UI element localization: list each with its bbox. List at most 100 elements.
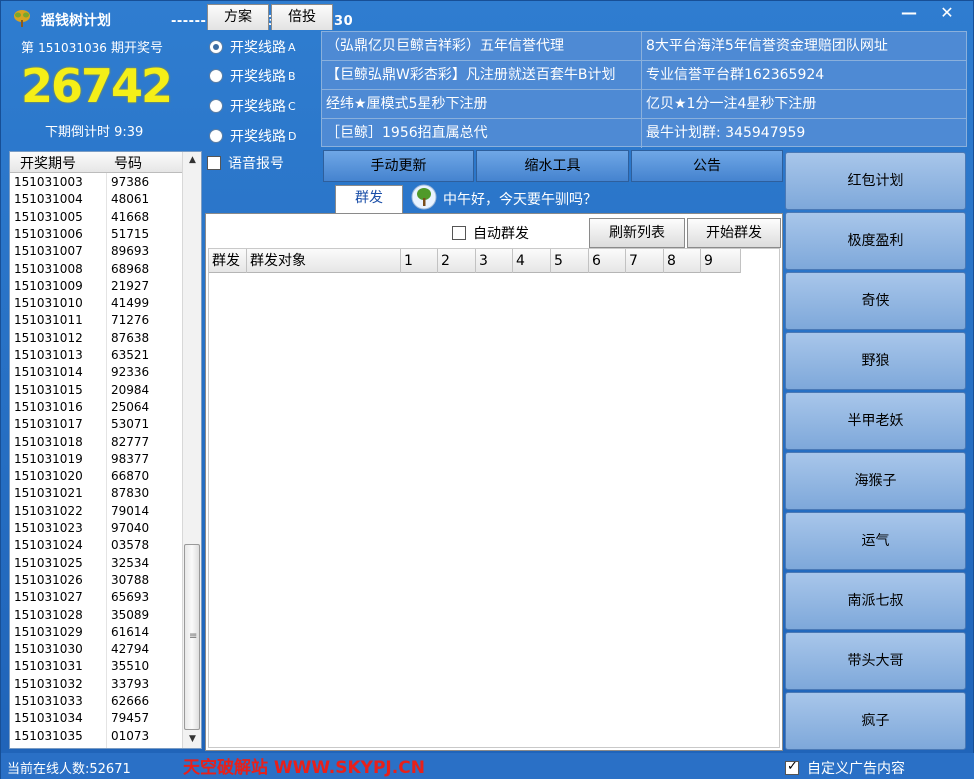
checkbox-icon[interactable] (452, 226, 466, 240)
list-item[interactable]: 151031032 33793 (10, 676, 182, 693)
tab-plan[interactable]: 方案 (207, 4, 269, 30)
list-item[interactable]: 151031011 71276 (10, 312, 182, 329)
list-item[interactable]: 151031020 66870 (10, 468, 182, 485)
plan-button-nanpai[interactable]: 南派七叔 (785, 572, 966, 630)
line-option-d[interactable]: 开奖线路 D (209, 126, 296, 146)
column-header[interactable]: 群发 (209, 249, 247, 273)
column-header[interactable]: 2 (438, 249, 476, 273)
tab-group-send[interactable]: 群发 (335, 185, 403, 214)
list-item[interactable]: 151031021 87830 (10, 485, 182, 502)
list-item[interactable]: 151031014 92336 (10, 364, 182, 381)
list-item[interactable]: 151031003 97386 (10, 174, 182, 191)
plan-button-yunqi[interactable]: 运气 (785, 512, 966, 570)
ad-link[interactable]: 8大平台海洋5年信誉资金理赔团队网址 (642, 32, 966, 61)
ad-link[interactable]: 亿贝★1分一注4星秒下注册 (642, 90, 966, 119)
line-option-a[interactable]: 开奖线路 A (209, 37, 296, 57)
list-item[interactable]: 151031022 79014 (10, 503, 182, 520)
tab-multiply[interactable]: 倍投 (271, 4, 333, 30)
manual-update-button[interactable]: 手动更新 (323, 150, 474, 182)
list-item[interactable]: 151031027 65693 (10, 589, 182, 606)
list-item[interactable]: 151031034 79457 (10, 710, 182, 727)
list-item[interactable]: 151031018 82777 (10, 434, 182, 451)
checkbox-icon[interactable] (785, 759, 799, 775)
list-item[interactable]: 151031004 48061 (10, 191, 182, 208)
list-item[interactable]: 151031026 30788 (10, 572, 182, 589)
line-option-c[interactable]: 开奖线路 C (209, 96, 296, 116)
column-header[interactable]: 9 (701, 249, 741, 273)
minimize-button[interactable]: — (893, 3, 925, 25)
title-bar[interactable]: 摇钱树计划 ------唯一QQ: 370855730 — ✕ (1, 1, 974, 35)
ad-link[interactable]: 专业信誉平台群162365924 (642, 61, 966, 90)
plan-button-qixia[interactable]: 奇侠 (785, 272, 966, 330)
list-item[interactable]: 151031009 21927 (10, 278, 182, 295)
column-header[interactable]: 群发对象 (247, 249, 401, 273)
radio-icon[interactable] (209, 99, 223, 113)
draw-history-list[interactable]: 开奖期号 号码 151031003 97386 151031004 48061 1510… (9, 151, 202, 749)
column-header[interactable]: 5 (551, 249, 589, 273)
period-cell: 151031010 (14, 296, 83, 311)
list-item[interactable]: 151031012 87638 (10, 330, 182, 347)
plan-button-hongbao[interactable]: 红包计划 (785, 152, 966, 210)
shrink-tool-button[interactable]: 缩水工具 (476, 150, 629, 182)
checkbox-icon[interactable] (207, 156, 221, 170)
column-header[interactable]: 8 (664, 249, 701, 273)
plan-button-daitou[interactable]: 带头大哥 (785, 632, 966, 690)
ad-link[interactable]: 最牛计划群: 345947959 (642, 119, 966, 148)
list-item[interactable]: 151031007 89693 (10, 243, 182, 260)
number-cell: 03578 (111, 538, 150, 553)
scroll-thumb[interactable]: ≡ (184, 544, 200, 730)
list-item[interactable]: 151031017 53071 (10, 416, 182, 433)
ad-link[interactable]: （弘鼎亿贝巨鲸吉祥彩）五年信誉代理 (322, 32, 642, 61)
scroll-down-icon[interactable]: ▼ (183, 731, 201, 748)
column-header[interactable]: 7 (626, 249, 664, 273)
list-item[interactable]: 151031029 61614 (10, 624, 182, 641)
list-item[interactable]: 151031008 68968 (10, 261, 182, 278)
column-header[interactable]: 4 (513, 249, 551, 273)
list-item[interactable]: 151031023 97040 (10, 520, 182, 537)
ad-link[interactable]: ［巨鲸］1956招直属总代 (322, 119, 642, 148)
plan-button-banjia[interactable]: 半甲老妖 (785, 392, 966, 450)
plan-button-yelang[interactable]: 野狼 (785, 332, 966, 390)
announcement-button[interactable]: 公告 (631, 150, 783, 182)
start-send-button[interactable]: 开始群发 (687, 218, 781, 248)
list-item[interactable]: 151031015 20984 (10, 382, 182, 399)
custom-ad-option[interactable]: 自定义广告内容 (785, 758, 905, 778)
column-header[interactable]: 6 (589, 249, 626, 273)
radio-icon[interactable] (209, 40, 223, 54)
list-item[interactable]: 151031006 51715 (10, 226, 182, 243)
list-item[interactable]: 151031035 01073 (10, 728, 182, 745)
plan-button-haihouzi[interactable]: 海猴子 (785, 452, 966, 510)
auto-send-option[interactable]: 自动群发 (452, 223, 529, 243)
column-header-number[interactable]: 号码 (114, 153, 142, 173)
list-item[interactable]: 151031016 25064 (10, 399, 182, 416)
ad-link[interactable]: 经纬★厘模式5星秒下注册 (322, 90, 642, 119)
ad-link[interactable]: 【巨鲸弘鼎W彩杏彩】凡注册就送百套牛B计划 (322, 61, 642, 90)
list-item[interactable]: 151031031 35510 (10, 658, 182, 675)
column-header[interactable]: 3 (476, 249, 513, 273)
period-cell: 151031018 (14, 434, 83, 449)
list-scrollbar[interactable]: ▲ ≡ ▼ (182, 152, 201, 748)
refresh-list-button[interactable]: 刷新列表 (589, 218, 685, 248)
list-item[interactable]: 151031025 32534 (10, 555, 182, 572)
list-item[interactable]: 151031033 62666 (10, 693, 182, 710)
send-target-grid[interactable]: 群发 群发对象 1 2 3 4 5 6 7 8 9 (208, 248, 780, 748)
voice-announce-option[interactable]: 语音报号 (207, 153, 284, 173)
period-cell: 151031005 (14, 209, 83, 224)
list-item[interactable]: 151031028 35089 (10, 607, 182, 624)
column-header-period[interactable]: 开奖期号 (20, 153, 76, 173)
line-option-b[interactable]: 开奖线路 B (209, 66, 296, 86)
list-item[interactable]: 151031036 26742 (10, 745, 182, 748)
list-item[interactable]: 151031024 03578 (10, 537, 182, 554)
list-item[interactable]: 151031010 41499 (10, 295, 182, 312)
list-item[interactable]: 151031030 42794 (10, 641, 182, 658)
close-button[interactable]: ✕ (931, 3, 963, 25)
plan-button-fengzi[interactable]: 疯子 (785, 692, 966, 750)
scroll-up-icon[interactable]: ▲ (183, 152, 201, 169)
radio-icon[interactable] (209, 69, 223, 83)
list-item[interactable]: 151031005 41668 (10, 209, 182, 226)
list-item[interactable]: 151031013 63521 (10, 347, 182, 364)
radio-icon[interactable] (209, 129, 223, 143)
list-item[interactable]: 151031019 98377 (10, 451, 182, 468)
plan-button-jidu[interactable]: 极度盈利 (785, 212, 966, 270)
column-header[interactable]: 1 (401, 249, 438, 273)
